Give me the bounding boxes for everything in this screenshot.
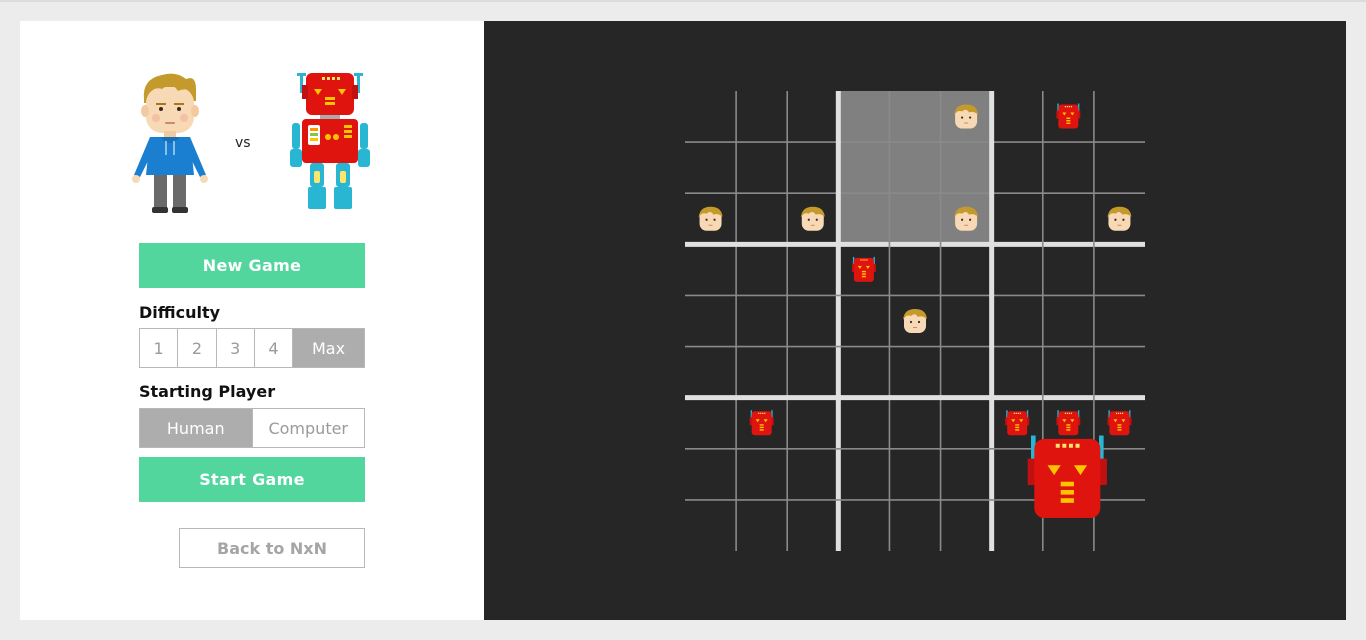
board-cell[interactable] (787, 295, 838, 346)
difficulty-option-4[interactable]: 4 (254, 329, 294, 367)
computer-piece (1056, 410, 1081, 436)
board-cell[interactable] (941, 347, 992, 398)
board-cell[interactable] (838, 500, 889, 551)
board-cell[interactable] (736, 347, 787, 398)
board-cell[interactable] (685, 91, 736, 142)
board-cell[interactable] (1043, 193, 1094, 244)
versus-label: vs (235, 135, 251, 151)
difficulty-selector: 1 2 3 4 Max (139, 328, 365, 368)
difficulty-option-3[interactable]: 3 (216, 329, 255, 367)
human-piece (800, 206, 825, 231)
board-cell[interactable] (736, 142, 787, 193)
computer-piece-large (1027, 435, 1107, 519)
board-cell[interactable] (787, 449, 838, 500)
board-cell[interactable] (787, 500, 838, 551)
board-cell[interactable] (787, 347, 838, 398)
board-cell[interactable] (1043, 347, 1094, 398)
human-piece (903, 309, 927, 333)
board-cell[interactable] (685, 295, 736, 346)
board-cell[interactable] (838, 295, 889, 346)
control-panel: vs New Game Difficulty 1 2 3 4 Max Start… (20, 21, 484, 620)
board-cell[interactable] (736, 500, 787, 551)
board-cell[interactable] (736, 295, 787, 346)
human-piece (1107, 206, 1132, 231)
board-cell[interactable] (889, 244, 940, 295)
board-cell[interactable] (889, 347, 940, 398)
computer-piece (749, 410, 774, 436)
board-cell[interactable] (685, 449, 736, 500)
board-cell[interactable] (1043, 295, 1094, 346)
board-cell[interactable] (941, 142, 992, 193)
board-cell[interactable] (736, 244, 787, 295)
top-border (0, 0, 1366, 2)
board-cell[interactable] (787, 91, 838, 142)
board-cell[interactable] (1094, 295, 1145, 346)
board-cell[interactable] (1094, 500, 1145, 551)
board-cell[interactable] (787, 142, 838, 193)
board-cell[interactable] (787, 244, 838, 295)
board-cell[interactable] (941, 500, 992, 551)
human-piece (954, 206, 979, 231)
board-cell[interactable] (838, 398, 889, 449)
human-piece (954, 104, 979, 129)
board-cell[interactable] (1094, 91, 1145, 142)
board-cell[interactable] (685, 500, 736, 551)
board-cell[interactable] (685, 398, 736, 449)
board-cell[interactable] (1094, 347, 1145, 398)
board-cell[interactable] (889, 193, 940, 244)
difficulty-option-1[interactable]: 1 (140, 329, 179, 367)
difficulty-option-2[interactable]: 2 (178, 329, 217, 367)
computer-piece (1005, 410, 1030, 436)
board-cell[interactable] (941, 449, 992, 500)
computer-piece (1107, 410, 1132, 436)
new-game-button[interactable]: New Game (139, 243, 365, 288)
board-cell[interactable] (889, 398, 940, 449)
board-cell[interactable] (1043, 142, 1094, 193)
board-cell[interactable] (889, 500, 940, 551)
starting-player-computer[interactable]: Computer (252, 409, 364, 447)
board-cell[interactable] (889, 91, 940, 142)
board-cell[interactable] (838, 91, 889, 142)
human-piece (698, 206, 723, 231)
starting-player-selector: Human Computer (139, 408, 365, 448)
board-cell[interactable] (889, 449, 940, 500)
board-cell[interactable] (992, 142, 1043, 193)
board-cell[interactable] (838, 193, 889, 244)
board-cell[interactable] (992, 295, 1043, 346)
board-cell[interactable] (1094, 142, 1145, 193)
difficulty-title: Difficulty (139, 303, 221, 322)
board-cell[interactable] (992, 244, 1043, 295)
board-cell[interactable] (685, 244, 736, 295)
human-player-avatar (128, 71, 212, 216)
board-cell[interactable] (992, 91, 1043, 142)
back-to-nxn-button[interactable]: Back to NxN (179, 528, 365, 568)
computer-player-avatar (288, 71, 372, 213)
board-cell[interactable] (941, 398, 992, 449)
board-cell[interactable] (838, 347, 889, 398)
board-cell[interactable] (941, 295, 992, 346)
difficulty-option-max[interactable]: Max (293, 329, 364, 367)
start-game-button[interactable]: Start Game (139, 457, 365, 502)
board-cell[interactable] (992, 193, 1043, 244)
board-cell[interactable] (1094, 244, 1145, 295)
board-cell[interactable] (941, 244, 992, 295)
board-cell[interactable] (787, 398, 838, 449)
board-cell[interactable] (992, 347, 1043, 398)
computer-piece (1056, 103, 1081, 129)
game-area (484, 21, 1346, 620)
board-cell[interactable] (736, 449, 787, 500)
starting-player-title: Starting Player (139, 382, 276, 401)
board-cell[interactable] (685, 347, 736, 398)
board-cell[interactable] (838, 449, 889, 500)
board-cell[interactable] (685, 142, 736, 193)
computer-piece (851, 256, 876, 282)
game-board (685, 91, 1145, 551)
board-cell[interactable] (736, 193, 787, 244)
starting-player-human[interactable]: Human (140, 409, 253, 447)
board-cell[interactable] (736, 91, 787, 142)
board-cell[interactable] (1043, 244, 1094, 295)
board-cell[interactable] (889, 142, 940, 193)
board-cell[interactable] (838, 142, 889, 193)
